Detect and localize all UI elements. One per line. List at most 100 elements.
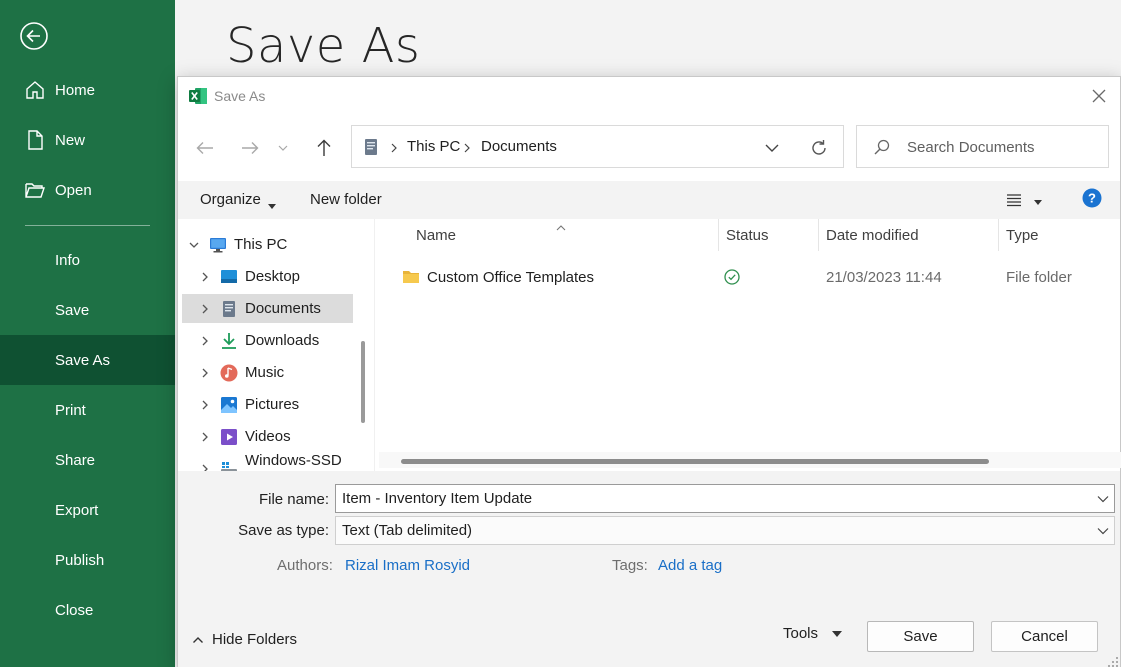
tree-label: This PC bbox=[234, 236, 288, 253]
refresh-icon[interactable] bbox=[809, 138, 829, 158]
chevron-down-icon[interactable] bbox=[188, 239, 200, 251]
add-tag-link[interactable]: Add a tag bbox=[658, 557, 722, 574]
back-icon[interactable] bbox=[193, 137, 217, 159]
nav-share[interactable]: Share bbox=[0, 438, 175, 482]
chevron-right-icon[interactable] bbox=[199, 303, 211, 315]
nav-print[interactable]: Print bbox=[0, 388, 175, 432]
nav-new-label: New bbox=[55, 131, 86, 149]
forward-icon[interactable] bbox=[238, 137, 262, 159]
sync-status-check-icon bbox=[724, 269, 740, 285]
tree-item-this-pc[interactable]: This PC bbox=[178, 230, 354, 259]
view-options-button[interactable] bbox=[1006, 191, 1046, 211]
close-icon[interactable] bbox=[1090, 87, 1108, 105]
navigation-scrollbar[interactable] bbox=[356, 219, 374, 471]
chevron-right-icon[interactable] bbox=[199, 367, 211, 379]
tools-button[interactable]: Tools bbox=[783, 625, 843, 642]
home-icon bbox=[24, 79, 46, 101]
cancel-button[interactable]: Cancel bbox=[991, 621, 1098, 652]
file-name: Custom Office Templates bbox=[427, 269, 595, 286]
videos-icon bbox=[220, 428, 238, 446]
hide-folders-label: Hide Folders bbox=[212, 631, 298, 648]
folder-icon bbox=[402, 269, 420, 285]
horizontal-scrollbar-thumb[interactable] bbox=[401, 459, 989, 464]
nav-save[interactable]: Save bbox=[0, 288, 175, 332]
nav-divider bbox=[25, 225, 150, 226]
navigation-scrollbar-thumb[interactable] bbox=[361, 341, 365, 423]
column-header-date-modified[interactable]: Date modified bbox=[826, 227, 919, 244]
save-as-type-value: Text (Tab delimited) bbox=[342, 522, 473, 539]
search-input[interactable] bbox=[907, 137, 1097, 157]
nav-open[interactable]: Open bbox=[0, 168, 175, 212]
organize-label: Organize bbox=[200, 191, 261, 208]
tree-item-documents[interactable]: Documents bbox=[182, 294, 353, 323]
organize-button[interactable]: Organize bbox=[200, 191, 276, 209]
open-folder-icon bbox=[24, 179, 46, 201]
chevron-right-icon[interactable] bbox=[199, 463, 211, 471]
new-document-icon bbox=[24, 129, 46, 151]
command-bar: Organize New folder bbox=[178, 181, 1120, 219]
file-name-input[interactable] bbox=[342, 490, 1082, 507]
column-header-status[interactable]: Status bbox=[726, 227, 769, 244]
tree-item-windows-ssd[interactable]: Windows-SSD (C bbox=[178, 452, 354, 471]
dialog-titlebar: Save As bbox=[178, 77, 1120, 115]
column-divider[interactable] bbox=[998, 219, 999, 251]
caret-down-icon bbox=[267, 197, 276, 209]
navigation-pane: This PC Desktop Documents Downloads Musi… bbox=[178, 219, 374, 471]
breadcrumb-documents[interactable]: Documents bbox=[481, 138, 557, 155]
nav-home-label: Home bbox=[55, 81, 96, 99]
address-bar[interactable]: This PC Documents bbox=[351, 125, 844, 168]
chevron-right-icon[interactable] bbox=[199, 399, 211, 411]
nav-open-label: Open bbox=[55, 181, 92, 199]
file-row[interactable]: Custom Office Templates 21/03/2023 11:44… bbox=[375, 265, 1121, 291]
file-list: Name Status Date modified Type Custom Of… bbox=[374, 219, 1121, 471]
column-header-type[interactable]: Type bbox=[1006, 227, 1039, 244]
resize-grip-icon[interactable] bbox=[1108, 654, 1118, 667]
tree-label: Documents bbox=[245, 300, 321, 317]
nav-home[interactable]: Home bbox=[0, 68, 175, 112]
nav-info[interactable]: Info bbox=[0, 238, 175, 282]
file-name-combobox[interactable] bbox=[335, 484, 1115, 513]
chevron-down-icon[interactable] bbox=[1092, 485, 1114, 512]
new-folder-label: New folder bbox=[310, 191, 382, 208]
save-as-dialog: Save As This PC Documents Organize bbox=[177, 76, 1121, 667]
music-icon bbox=[220, 364, 238, 382]
tree-item-pictures[interactable]: Pictures bbox=[178, 390, 354, 419]
column-divider[interactable] bbox=[718, 219, 719, 251]
chevron-down-icon[interactable] bbox=[1092, 517, 1114, 544]
hide-folders-button[interactable]: Hide Folders bbox=[192, 631, 297, 648]
search-box[interactable] bbox=[856, 125, 1109, 168]
caret-down-icon bbox=[1034, 193, 1042, 209]
save-as-type-select[interactable]: Text (Tab delimited) bbox=[335, 516, 1115, 545]
nav-new[interactable]: New bbox=[0, 118, 175, 162]
tree-item-music[interactable]: Music bbox=[178, 358, 354, 387]
address-dropdown-icon[interactable] bbox=[764, 140, 780, 156]
up-arrow-icon[interactable] bbox=[312, 137, 336, 159]
new-folder-button[interactable]: New folder bbox=[310, 191, 382, 208]
column-header-name[interactable]: Name bbox=[416, 227, 456, 244]
column-divider[interactable] bbox=[818, 219, 819, 251]
authors-value[interactable]: Rizal Imam Rosyid bbox=[345, 557, 470, 574]
nav-close[interactable]: Close bbox=[0, 588, 175, 632]
nav-save-as[interactable]: Save As bbox=[0, 335, 175, 385]
breadcrumb-this-pc[interactable]: This PC bbox=[407, 138, 460, 155]
page-title: Save As bbox=[226, 18, 421, 74]
nav-publish[interactable]: Publish bbox=[0, 538, 175, 582]
chevron-right-icon[interactable] bbox=[199, 271, 211, 283]
help-icon[interactable]: ? bbox=[1082, 188, 1102, 208]
tree-item-desktop[interactable]: Desktop bbox=[178, 262, 354, 291]
breadcrumb-chevron-icon bbox=[462, 141, 472, 153]
tree-label: Pictures bbox=[245, 396, 300, 413]
nav-close-label: Close bbox=[55, 601, 94, 619]
back-arrow-icon[interactable] bbox=[18, 20, 50, 52]
save-button[interactable]: Save bbox=[867, 621, 974, 652]
svg-text:?: ? bbox=[1088, 191, 1096, 206]
chevron-right-icon[interactable] bbox=[199, 431, 211, 443]
tree-item-downloads[interactable]: Downloads bbox=[178, 326, 354, 355]
nav-export[interactable]: Export bbox=[0, 488, 175, 532]
list-view-icon bbox=[1006, 193, 1022, 210]
chevron-right-icon[interactable] bbox=[199, 335, 211, 347]
tags-label: Tags: bbox=[612, 557, 648, 574]
desktop-icon bbox=[220, 268, 238, 286]
tree-item-videos[interactable]: Videos bbox=[178, 422, 354, 451]
recent-locations-chevron-icon[interactable] bbox=[276, 137, 290, 159]
